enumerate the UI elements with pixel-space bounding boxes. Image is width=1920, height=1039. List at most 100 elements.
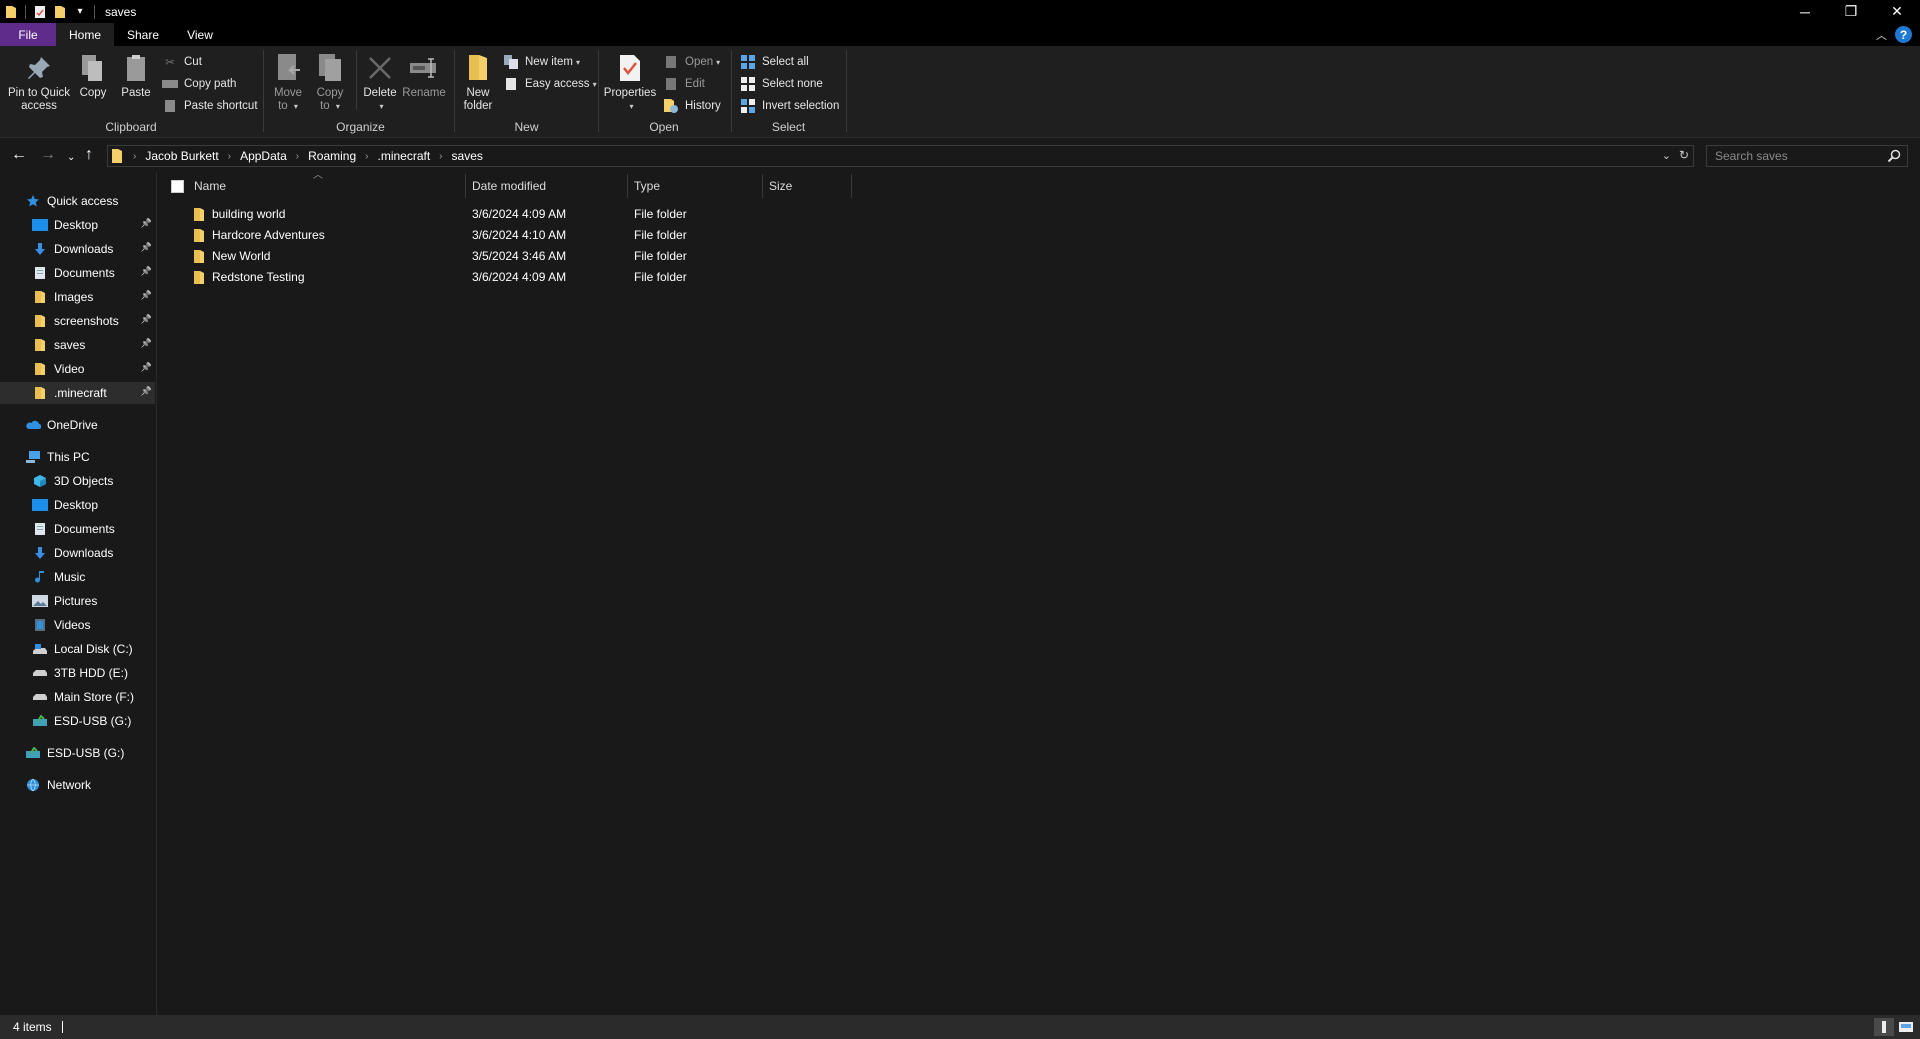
sidebar-item-esd-usb-g[interactable]: ESD-USB (G:) bbox=[0, 710, 155, 732]
new-item-button[interactable]: New item ▾ bbox=[503, 52, 580, 72]
collapse-ribbon-icon[interactable]: ︿ bbox=[1876, 27, 1887, 43]
select-all-checkbox[interactable] bbox=[171, 180, 184, 193]
address-history-chevron-icon[interactable]: ⌄ bbox=[1662, 149, 1671, 162]
column-header-date-modified[interactable]: Date modified bbox=[466, 172, 626, 200]
move-to-button[interactable]: Move to ▾ bbox=[272, 52, 304, 113]
sidebar-item-network[interactable]: Network bbox=[0, 774, 155, 796]
sidebar-item-quick-access[interactable]: Quick access bbox=[0, 190, 155, 212]
history-button[interactable]: History bbox=[663, 96, 721, 116]
delete-button[interactable]: Delete ▾ bbox=[362, 52, 398, 113]
edit-button[interactable]: Edit bbox=[663, 74, 705, 94]
paste-button[interactable]: Paste bbox=[120, 52, 152, 100]
open-button[interactable]: Open ▾ bbox=[663, 52, 720, 72]
sidebar-item-pictures[interactable]: Pictures bbox=[0, 590, 155, 612]
customize-toolbar-icon[interactable]: ▾ bbox=[72, 4, 88, 20]
sidebar-item-saves[interactable]: saves 📌 bbox=[0, 334, 155, 356]
documents-icon bbox=[32, 521, 48, 537]
sidebar-item-desktop[interactable]: Desktop bbox=[0, 494, 155, 516]
pin-icon[interactable]: 📌 bbox=[141, 338, 152, 349]
invert-selection-button[interactable]: Invert selection bbox=[740, 96, 839, 116]
large-icons-view-button[interactable] bbox=[1896, 1018, 1916, 1036]
address-bar[interactable]: › Jacob Burkett › AppData › Roaming › .m… bbox=[107, 145, 1694, 167]
breadcrumb-saves[interactable]: saves bbox=[452, 149, 483, 163]
pin-icon[interactable]: 📌 bbox=[141, 386, 152, 397]
file-row[interactable]: building world 3/6/2024 4:09 AM File folde… bbox=[158, 204, 858, 225]
paste-shortcut-button[interactable]: Paste shortcut bbox=[162, 96, 258, 116]
search-box[interactable] bbox=[1706, 145, 1908, 167]
back-arrow-icon[interactable]: ← bbox=[11, 147, 27, 163]
sidebar-item-documents[interactable]: Documents bbox=[0, 518, 155, 540]
copy-to-button[interactable]: Copy to ▾ bbox=[314, 52, 346, 113]
breadcrumb-separator-icon[interactable]: › bbox=[296, 151, 299, 162]
sidebar-item-images[interactable]: Images 📌 bbox=[0, 286, 155, 308]
easy-access-button[interactable]: Easy access ▾ bbox=[503, 74, 597, 94]
sidebar-item-this-pc[interactable]: This PC bbox=[0, 446, 155, 468]
sidebar-item-desktop[interactable]: Desktop 📌 bbox=[0, 214, 155, 236]
file-row[interactable]: Hardcore Adventures 3/6/2024 4:10 AM File … bbox=[158, 225, 858, 246]
close-button[interactable]: ✕ bbox=[1874, 0, 1920, 23]
sidebar-item-videos[interactable]: Videos bbox=[0, 614, 155, 636]
pin-icon[interactable]: 📌 bbox=[141, 314, 152, 325]
restore-button[interactable]: ❐ bbox=[1828, 0, 1874, 23]
column-header-type[interactable]: Type bbox=[628, 172, 761, 200]
copy-icon bbox=[77, 52, 109, 84]
breadcrumb-appdata[interactable]: AppData bbox=[240, 149, 287, 163]
refresh-icon[interactable]: ↻ bbox=[1679, 148, 1689, 162]
properties-button[interactable]: Properties ▾ bbox=[603, 52, 657, 113]
tab-home[interactable]: Home bbox=[56, 23, 114, 46]
sidebar-item-local-disk-c[interactable]: Local Disk (C:) bbox=[0, 638, 155, 660]
tab-share[interactable]: Share bbox=[114, 23, 172, 46]
sidebar-item-minecraft[interactable]: .minecraft 📌 bbox=[0, 382, 155, 404]
sidebar-item-esd-usb-g[interactable]: ESD-USB (G:) bbox=[0, 742, 155, 764]
breadcrumb-separator-icon[interactable]: › bbox=[133, 151, 136, 162]
sidebar-item-3tb-hdd-e[interactable]: 3TB HDD (E:) bbox=[0, 662, 155, 684]
search-icon[interactable] bbox=[1887, 149, 1901, 166]
sidebar-item-downloads[interactable]: Downloads 📌 bbox=[0, 238, 155, 260]
properties-icon[interactable] bbox=[32, 4, 48, 20]
select-none-button[interactable]: Select none bbox=[740, 74, 823, 94]
search-input[interactable] bbox=[1707, 149, 1877, 163]
select-all-button[interactable]: Select all bbox=[740, 52, 809, 72]
breadcrumb-roaming[interactable]: Roaming bbox=[308, 149, 356, 163]
breadcrumb-jacob-burkett[interactable]: Jacob Burkett bbox=[145, 149, 218, 163]
sidebar-item-main-store-f[interactable]: Main Store (F:) bbox=[0, 686, 155, 708]
copy-path-button[interactable]: Copy path bbox=[162, 74, 236, 94]
sidebar-item-screenshots[interactable]: screenshots 📌 bbox=[0, 310, 155, 332]
file-row[interactable]: Redstone Testing 3/6/2024 4:09 AM File fol… bbox=[158, 267, 858, 288]
pin-icon[interactable]: 📌 bbox=[141, 290, 152, 301]
column-divider[interactable] bbox=[851, 174, 852, 198]
breadcrumb-separator-icon[interactable]: › bbox=[365, 151, 368, 162]
column-header-size[interactable]: Size bbox=[763, 172, 851, 200]
column-header-name[interactable]: Name bbox=[188, 172, 474, 200]
pin-to-quick-access-button[interactable]: Pin to Quick access bbox=[6, 52, 72, 113]
sidebar-item-music[interactable]: Music bbox=[0, 566, 155, 588]
new-folder-button[interactable]: New folder bbox=[461, 52, 495, 113]
sidebar-item-3d-objects[interactable]: 3D Objects bbox=[0, 470, 155, 492]
tab-file[interactable]: File bbox=[0, 23, 56, 46]
recent-locations-chevron-icon[interactable]: ⌄ bbox=[67, 150, 75, 166]
sidebar-item-documents[interactable]: Documents 📌 bbox=[0, 262, 155, 284]
breadcrumb-separator-icon[interactable]: › bbox=[439, 151, 442, 162]
file-row[interactable]: New World 3/5/2024 3:46 AM File folder bbox=[158, 246, 858, 267]
folder-icon bbox=[193, 249, 205, 264]
sidebar-item-onedrive[interactable]: OneDrive bbox=[0, 414, 155, 436]
pin-icon[interactable]: 📌 bbox=[141, 266, 152, 277]
breadcrumb-minecraft[interactable]: .minecraft bbox=[377, 149, 430, 163]
minimize-button[interactable]: ─ bbox=[1782, 0, 1828, 23]
pin-icon[interactable]: 📌 bbox=[141, 218, 152, 229]
sidebar-item-downloads[interactable]: Downloads bbox=[0, 542, 155, 564]
rename-button[interactable]: Rename bbox=[402, 52, 446, 100]
up-arrow-icon[interactable]: ↑ bbox=[85, 147, 93, 163]
breadcrumb-separator-icon[interactable]: › bbox=[228, 151, 231, 162]
forward-arrow-icon[interactable]: → bbox=[40, 147, 56, 163]
help-icon[interactable]: ? bbox=[1895, 26, 1912, 43]
delete-icon bbox=[364, 52, 396, 84]
tab-view[interactable]: View bbox=[172, 23, 228, 46]
cut-button[interactable]: ✂ Cut bbox=[162, 52, 202, 72]
new-folder-icon[interactable] bbox=[52, 4, 68, 20]
pin-icon[interactable]: 📌 bbox=[141, 362, 152, 373]
sidebar-item-video[interactable]: Video 📌 bbox=[0, 358, 155, 380]
details-view-button[interactable] bbox=[1874, 1018, 1894, 1036]
copy-button[interactable]: Copy bbox=[78, 52, 108, 100]
pin-icon[interactable]: 📌 bbox=[141, 242, 152, 253]
